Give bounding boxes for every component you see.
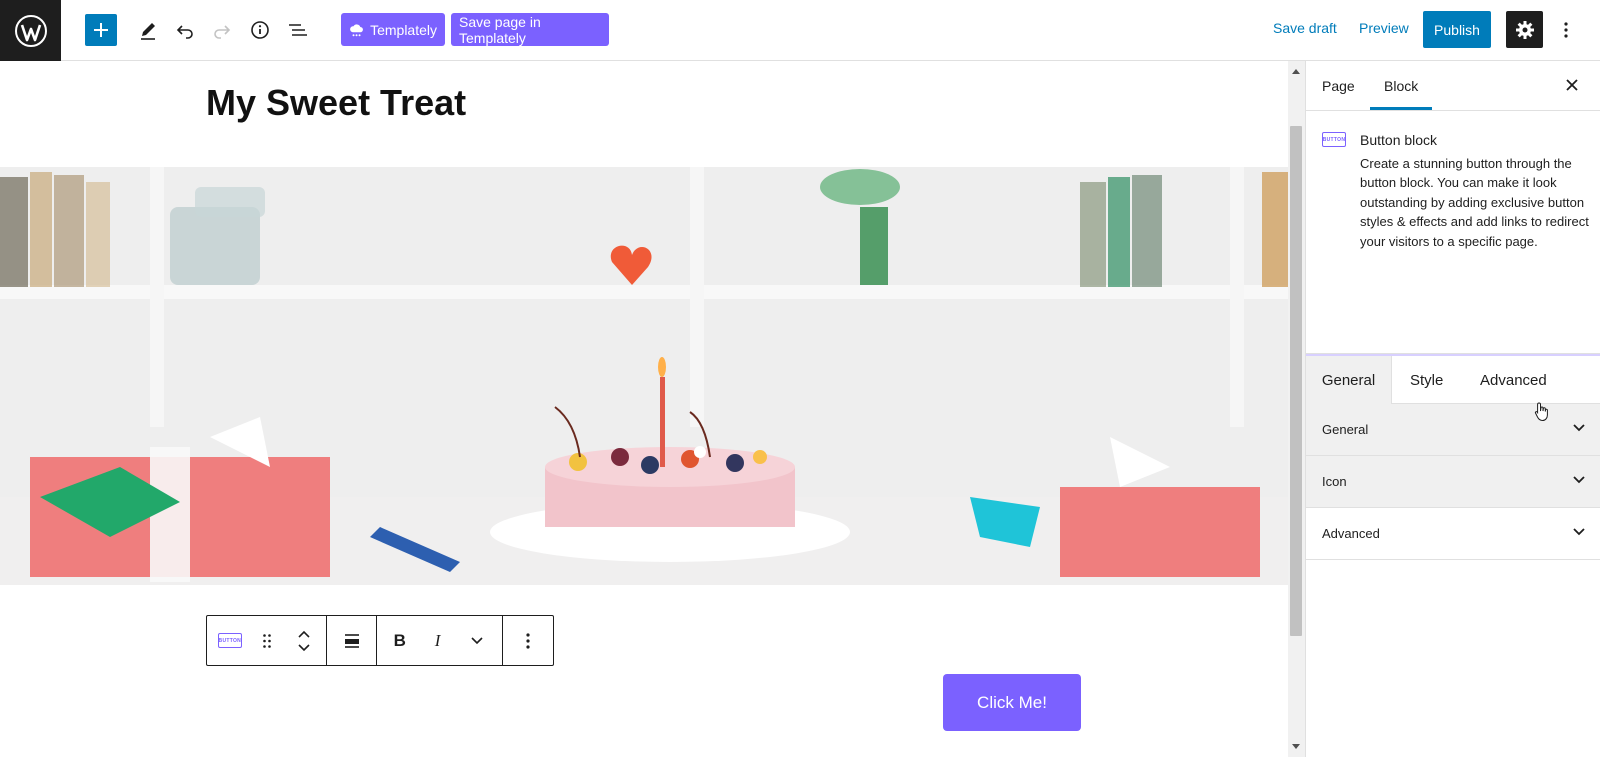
italic-button[interactable]: I <box>423 616 453 665</box>
redo-icon <box>214 25 231 39</box>
close-sidebar-button[interactable] <box>1562 75 1582 95</box>
info-icon <box>251 21 269 39</box>
editor-canvas: My Sweet Treat BUTTON B I Click Me! <box>0 61 1288 757</box>
list-view-button[interactable] <box>281 13 315 47</box>
cover-image[interactable] <box>0 167 1288 585</box>
editor-scrollbar[interactable] <box>1288 61 1305 757</box>
block-options-button[interactable] <box>503 616 553 665</box>
publish-button[interactable]: Publish <box>1423 11 1491 48</box>
undo-button[interactable] <box>168 13 202 47</box>
tab-general[interactable]: General <box>1306 356 1392 404</box>
close-icon <box>1566 79 1578 91</box>
more-formatting-button[interactable] <box>452 616 502 665</box>
details-button[interactable] <box>243 13 277 47</box>
bold-button[interactable]: B <box>377 616 423 665</box>
undo-icon <box>176 25 193 39</box>
block-card: BUTTON Button block Create a stunning bu… <box>1306 112 1600 354</box>
sidebar-tabs: Page Block <box>1306 61 1600 111</box>
align-button[interactable] <box>327 616 376 665</box>
edit-tools-button[interactable] <box>131 13 165 47</box>
birthday-cake-photo <box>0 167 1288 585</box>
wordpress-logo-button[interactable] <box>0 0 61 61</box>
save-draft-button[interactable]: Save draft <box>1273 20 1337 36</box>
panel-advanced[interactable]: Advanced <box>1306 508 1600 560</box>
wordpress-icon <box>14 14 47 47</box>
chevron-down-icon[interactable] <box>298 643 310 652</box>
vertical-dots-icon <box>526 632 530 649</box>
chevron-up-icon[interactable] <box>298 630 310 638</box>
chevron-down-icon <box>1573 476 1585 484</box>
plus-icon <box>94 23 108 37</box>
tab-page[interactable]: Page <box>1322 78 1355 94</box>
options-menu-button[interactable] <box>1554 13 1578 47</box>
block-toolbar-group-options <box>503 616 553 665</box>
move-up-down-buttons[interactable] <box>282 616 326 665</box>
pencil-icon <box>141 23 155 40</box>
panel-advanced-label: Advanced <box>1322 526 1380 541</box>
list-view-icon <box>289 24 307 36</box>
drag-handle-icon <box>263 633 272 648</box>
block-settings-tabs: General Style Advanced <box>1306 354 1600 404</box>
settings-sidebar: Page Block BUTTON Button block Create a … <box>1305 61 1600 757</box>
block-type-button[interactable]: BUTTON <box>207 616 253 665</box>
panel-icon-label: Icon <box>1322 474 1347 489</box>
scroll-down-arrow[interactable] <box>1292 744 1300 749</box>
block-toolbar: BUTTON B I <box>206 615 554 666</box>
block-toolbar-group-align <box>327 616 377 665</box>
button-block-icon: BUTTON <box>1322 132 1346 147</box>
save-in-templately-button[interactable]: Save page in Templately <box>451 13 609 46</box>
scroll-thumb[interactable] <box>1290 126 1302 636</box>
block-toolbar-group-format: B I <box>377 616 503 665</box>
chevron-down-icon <box>1573 424 1585 432</box>
active-tab-indicator <box>1370 107 1432 110</box>
block-toolbar-group-parent: BUTTON <box>207 616 327 665</box>
tab-advanced[interactable]: Advanced <box>1480 356 1547 404</box>
gear-icon <box>1515 20 1534 39</box>
templately-cloud-icon <box>350 23 363 36</box>
block-card-title: Button block <box>1360 132 1438 148</box>
drag-handle[interactable] <box>253 616 283 665</box>
templately-button[interactable]: Templately <box>341 13 445 46</box>
redo-button[interactable] <box>205 13 239 47</box>
click-me-button[interactable]: Click Me! <box>943 674 1081 731</box>
panel-general-label: General <box>1322 422 1369 437</box>
preview-button[interactable]: Preview <box>1359 20 1409 36</box>
page-title[interactable]: My Sweet Treat <box>206 82 466 124</box>
panel-general[interactable]: General <box>1306 404 1600 456</box>
button-badge: BUTTON <box>1322 132 1346 147</box>
block-card-description: Create a stunning button through the but… <box>1360 156 1589 249</box>
hand-cursor-icon <box>1534 402 1548 422</box>
templately-label: Templately <box>370 21 437 38</box>
tab-style[interactable]: Style <box>1410 356 1443 404</box>
settings-button[interactable] <box>1506 11 1543 48</box>
scroll-up-arrow[interactable] <box>1292 69 1300 74</box>
vertical-dots-icon <box>1564 22 1568 38</box>
chevron-down-icon <box>471 636 483 644</box>
panel-icon[interactable]: Icon <box>1306 456 1600 508</box>
tab-block[interactable]: Block <box>1384 78 1418 94</box>
add-block-button[interactable] <box>85 14 117 46</box>
button-block-icon: BUTTON <box>217 633 242 648</box>
chevron-down-icon <box>1573 528 1585 536</box>
justify-full-icon <box>344 633 359 648</box>
editor-top-toolbar: Templately Save page in Templately Save … <box>0 0 1600 61</box>
